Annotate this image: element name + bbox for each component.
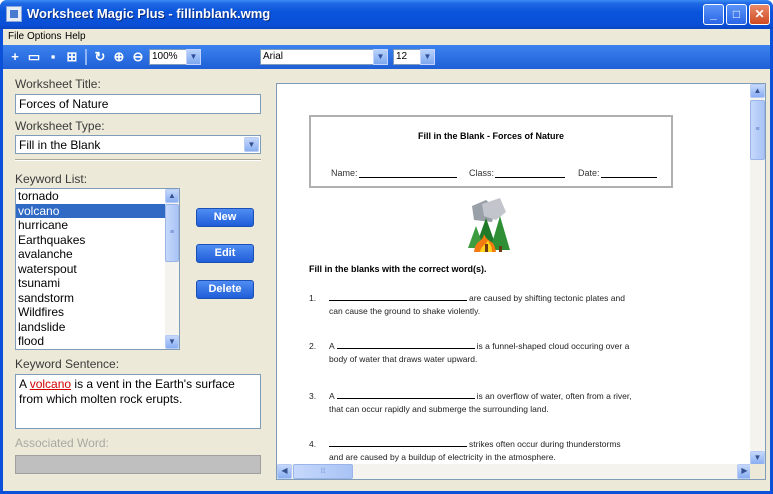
- question-1: 1. are caused by shifting tectonic plates…: [309, 293, 625, 316]
- list-item[interactable]: sandstorm: [16, 291, 179, 306]
- zoom-out-icon[interactable]: ⊖: [131, 50, 145, 64]
- worksheet-type-value: Fill in the Blank: [19, 138, 101, 152]
- sentence-prefix: A: [19, 377, 30, 391]
- worksheet-preview[interactable]: Fill in the Blank - Forces of Nature Nam…: [276, 83, 766, 480]
- menu-help[interactable]: Help: [65, 31, 86, 42]
- question-2: 2. Ais a funnel-shaped cloud occuring ove…: [309, 341, 630, 364]
- worksheet-type-label: Worksheet Type:: [15, 119, 105, 133]
- question-4: 4. strikes often occur during thunderstor…: [309, 439, 621, 462]
- list-item[interactable]: volcano: [16, 203, 179, 218]
- menu-options[interactable]: Options: [27, 31, 61, 42]
- keyword-list-label: Keyword List:: [15, 172, 88, 186]
- window-title: Worksheet Magic Plus - fillinblank.wmg: [27, 6, 271, 21]
- scroll-down-icon[interactable]: ▼: [750, 451, 765, 465]
- chevron-down-icon[interactable]: ▼: [186, 49, 201, 65]
- maximize-button[interactable]: □: [726, 4, 747, 25]
- menu-bar: File Options Help: [3, 29, 770, 45]
- worksheet-header-box: Fill in the Blank - Forces of Nature Nam…: [309, 115, 673, 188]
- keyword-list-items: tornado volcano hurricane Earthquakes avalan…: [16, 189, 179, 349]
- scroll-up-icon[interactable]: ▲: [165, 189, 179, 203]
- edit-keyword-button[interactable]: Edit: [196, 244, 254, 263]
- date-field: Date:: [578, 168, 657, 178]
- list-item[interactable]: flood: [16, 334, 179, 349]
- keyword-sentence-input[interactable]: A volcano is a vent in the Earth's surfa…: [15, 374, 261, 429]
- zoom-select[interactable]: 100% ▼: [149, 49, 201, 65]
- list-item[interactable]: avalanche: [16, 247, 179, 262]
- toolbar: + ▭ ▪ ⊞ ↻ ⊕ ⊖ 100% ▼ Arial ▼ 12 ▼: [3, 45, 770, 69]
- worksheet-title-label: Worksheet Title:: [15, 77, 101, 91]
- scroll-left-icon[interactable]: ◀: [277, 464, 292, 479]
- font-value: Arial: [263, 51, 284, 62]
- worksheet-heading: Fill in the Blank - Forces of Nature: [417, 131, 565, 141]
- delete-keyword-button[interactable]: Delete: [196, 280, 254, 299]
- open-folder-icon[interactable]: ▭: [27, 50, 41, 64]
- refresh-icon[interactable]: ↻: [93, 50, 107, 64]
- scroll-down-icon[interactable]: ▼: [165, 335, 179, 349]
- keyword-sentence-label: Keyword Sentence:: [15, 357, 120, 371]
- list-item[interactable]: Earthquakes: [16, 233, 179, 248]
- scroll-up-icon[interactable]: ▲: [750, 84, 765, 98]
- font-size-value: 12: [396, 51, 408, 62]
- zoom-value: 100%: [152, 51, 178, 62]
- preview-horizontal-scrollbar[interactable]: ◀ ⦙⦙⦙ ▶: [277, 464, 752, 479]
- name-field: Name:: [331, 168, 457, 178]
- sentence-keyword: volcano: [29, 377, 72, 391]
- worksheet-title-input[interactable]: Forces of Nature: [15, 94, 261, 114]
- scroll-thumb[interactable]: ⦙⦙⦙: [293, 464, 353, 479]
- forest-fire-clipart: [468, 198, 510, 252]
- app-window: Worksheet Magic Plus - fillinblank.wmg _…: [0, 0, 773, 494]
- new-file-icon[interactable]: +: [8, 50, 22, 64]
- list-item[interactable]: landslide: [16, 320, 179, 335]
- keyword-list[interactable]: tornado volcano hurricane Earthquakes avalan…: [15, 188, 180, 350]
- associated-word-input: [15, 455, 261, 474]
- list-item[interactable]: tsunami: [16, 276, 179, 291]
- toolbar-separator: [85, 49, 87, 65]
- chevron-down-icon[interactable]: ▼: [420, 49, 435, 65]
- close-button[interactable]: ✕: [749, 4, 770, 25]
- print-icon[interactable]: ⊞: [65, 50, 79, 64]
- worksheet-instructions: Fill in the blanks with the correct word…: [309, 264, 487, 274]
- divider: [15, 159, 261, 161]
- associated-word-label: Associated Word:: [15, 436, 109, 450]
- scroll-thumb[interactable]: ≡: [165, 204, 179, 262]
- font-size-select[interactable]: 12 ▼: [393, 49, 435, 65]
- list-item[interactable]: hurricane: [16, 218, 179, 233]
- date-label: Date:: [578, 168, 600, 178]
- name-label: Name:: [331, 168, 358, 178]
- scroll-thumb[interactable]: ≡: [750, 100, 765, 160]
- list-item[interactable]: waterspout: [16, 262, 179, 277]
- save-icon[interactable]: ▪: [46, 50, 60, 64]
- list-item[interactable]: tornado: [16, 189, 179, 204]
- list-item[interactable]: Wildfires: [16, 305, 179, 320]
- class-field: Class:: [469, 168, 566, 178]
- zoom-in-icon[interactable]: ⊕: [112, 50, 126, 64]
- minimize-button[interactable]: _: [703, 4, 724, 25]
- worksheet-type-select[interactable]: Fill in the Blank ▼: [15, 135, 261, 154]
- app-icon: [6, 6, 22, 22]
- font-select[interactable]: Arial ▼: [260, 49, 388, 65]
- new-keyword-button[interactable]: New: [196, 208, 254, 227]
- keyword-list-scrollbar[interactable]: ▲ ≡ ▼: [165, 189, 179, 349]
- menu-file[interactable]: File: [8, 31, 24, 42]
- preview-vertical-scrollbar[interactable]: ▲ ≡ ▼: [750, 84, 765, 465]
- scroll-corner: [750, 464, 765, 479]
- class-label: Class:: [469, 168, 495, 178]
- title-bar[interactable]: Worksheet Magic Plus - fillinblank.wmg _…: [0, 0, 773, 29]
- question-3: 3. Ais an overflow of water, often from a…: [309, 391, 632, 414]
- chevron-down-icon[interactable]: ▼: [244, 137, 259, 152]
- chevron-down-icon[interactable]: ▼: [373, 49, 388, 65]
